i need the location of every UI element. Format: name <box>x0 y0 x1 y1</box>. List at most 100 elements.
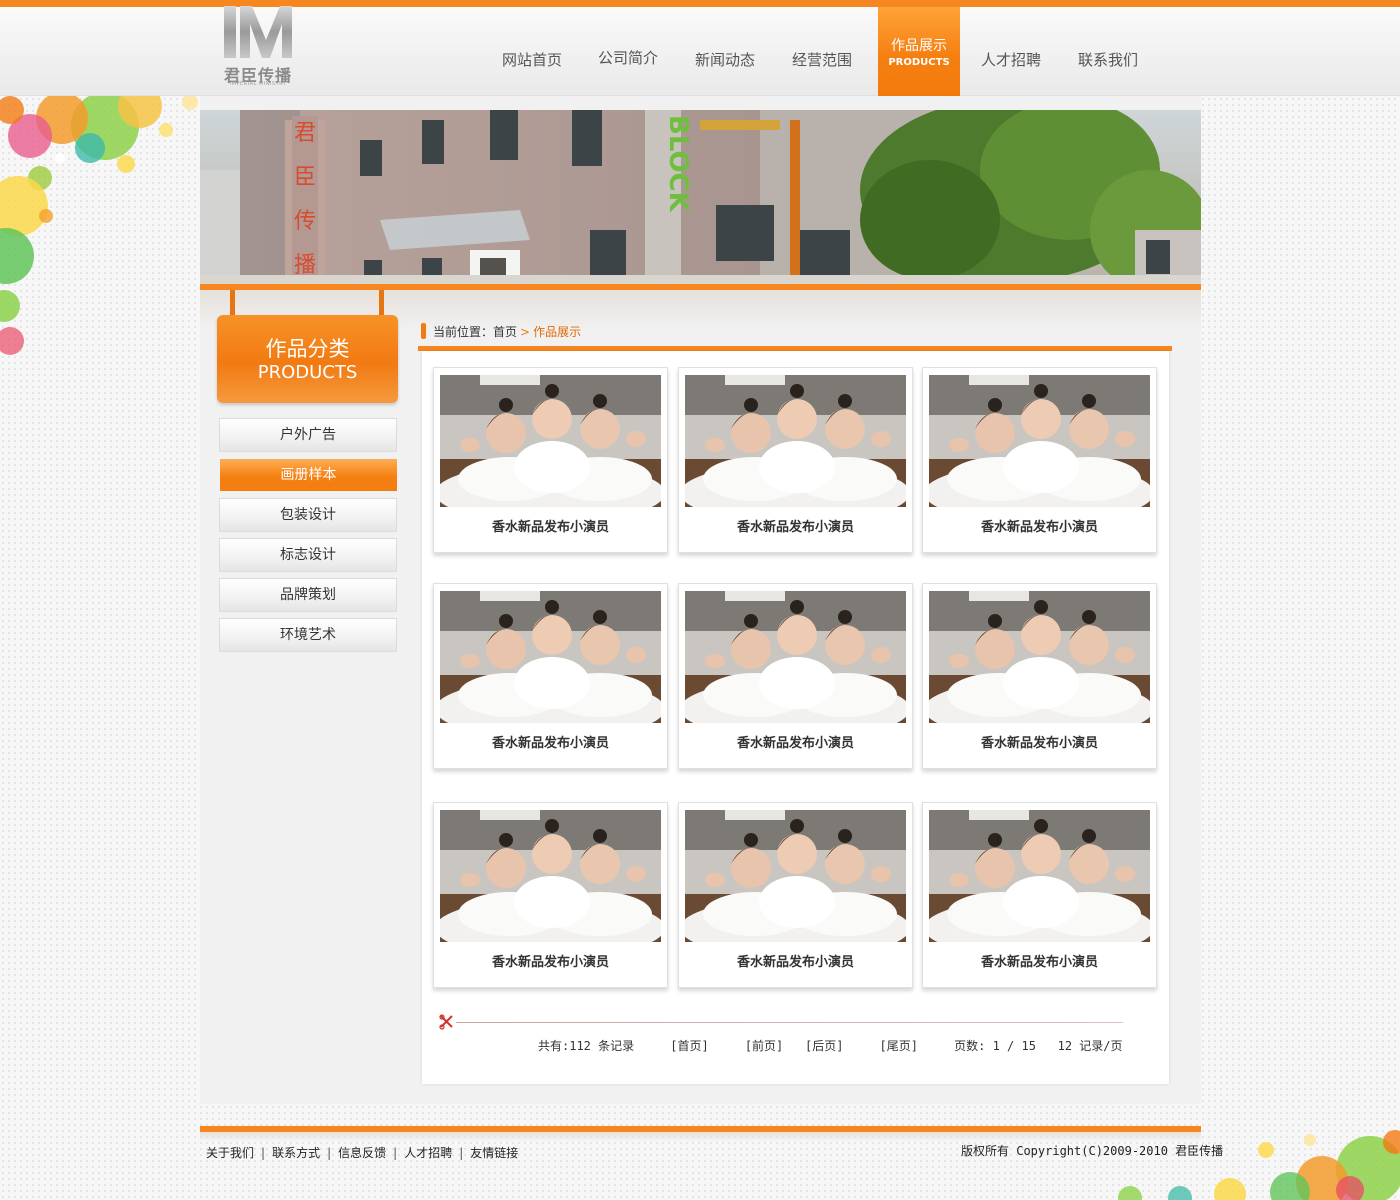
nav-label: 网站首页 <box>501 51 562 69</box>
svg-text:播: 播 <box>294 253 316 278</box>
product-caption[interactable]: 香水新品发布小演员 <box>434 516 667 535</box>
pagination: 共有:112 条记录 [首页] [前页] [后页] [尾页] 页数: 1 / 1… <box>538 1037 1123 1054</box>
bubbles-decoration-left <box>0 96 198 355</box>
product-card[interactable]: 香水新品发布小演员 <box>922 583 1157 769</box>
product-photo <box>685 375 906 507</box>
pager-divider <box>456 1022 1123 1023</box>
svg-text:君: 君 <box>294 121 316 146</box>
product-caption[interactable]: 香水新品发布小演员 <box>679 951 912 970</box>
logo-subtitle: IMPERIAL MINISTRY <box>229 81 287 87</box>
site-logo[interactable]: 君臣传播 IMPERIAL MINISTRY <box>222 4 294 87</box>
sidebar-item-outdoor-ads[interactable]: 户外广告 <box>219 418 397 452</box>
scissors-icon <box>439 1014 453 1030</box>
copyright: 版权所有 Copyright(C)2009-2010 君臣传播 <box>961 1144 1224 1158</box>
nav-news[interactable]: 新闻动态 <box>680 7 770 96</box>
nav-about[interactable]: 公司简介 <box>583 7 673 96</box>
nav-label: 新闻动态 <box>694 51 755 69</box>
product-card[interactable]: 香水新品发布小演员 <box>678 583 913 769</box>
pager-last-link[interactable]: [尾页] <box>880 1039 918 1053</box>
product-thumbnail[interactable] <box>929 810 1150 942</box>
footer-separator: | <box>261 1146 266 1160</box>
nav-label-en: PRODUCTS <box>888 57 950 68</box>
svg-text:BLOCK: BLOCK <box>663 115 693 213</box>
product-photo <box>440 375 661 507</box>
pager-page-count: 页数: 1 / 15 <box>954 1039 1036 1053</box>
sidebar-item-brand-planning[interactable]: 品牌策划 <box>219 578 397 612</box>
nav-contact[interactable]: 联系我们 <box>1063 7 1153 96</box>
top-accent-bar <box>0 0 1400 7</box>
svg-text:臣: 臣 <box>294 165 316 190</box>
sidebar-item-environment-art[interactable]: 环境艺术 <box>219 618 397 652</box>
product-thumbnail[interactable] <box>685 591 906 723</box>
product-photo <box>929 810 1150 942</box>
sidebar-item-brochure[interactable]: 画册样本 <box>220 459 397 491</box>
product-thumbnail[interactable] <box>685 375 906 507</box>
product-photo <box>929 375 1150 507</box>
product-card[interactable]: 香水新品发布小演员 <box>678 367 913 553</box>
product-caption[interactable]: 香水新品发布小演员 <box>923 732 1156 751</box>
product-thumbnail[interactable] <box>685 810 906 942</box>
nav-label: 人才招聘 <box>980 51 1041 69</box>
nav-business[interactable]: 经营范围 <box>777 7 867 96</box>
product-card[interactable]: 香水新品发布小演员 <box>922 367 1157 553</box>
product-card[interactable]: 香水新品发布小演员 <box>433 802 668 988</box>
breadcrumb: 当前位置：首页 > 作品展示 <box>433 323 581 340</box>
breadcrumb-current: 作品展示 <box>533 325 582 339</box>
nav-label: 经营范围 <box>791 51 852 69</box>
nav-jobs[interactable]: 人才招聘 <box>966 7 1056 96</box>
product-card[interactable]: 香水新品发布小演员 <box>433 583 668 769</box>
nav-label: 联系我们 <box>1077 51 1138 69</box>
product-thumbnail[interactable] <box>440 591 661 723</box>
sidebar-header: 作品分类 PRODUCTS <box>217 315 398 403</box>
sidebar-item-logo-design[interactable]: 标志设计 <box>219 538 397 572</box>
pager-total: 共有:112 条记录 <box>538 1039 635 1053</box>
nav-label: 公司简介 <box>597 49 658 67</box>
footer-links: 关于我们 | 联系方式 | 信息反馈 | 人才招聘 | 友情链接 <box>206 1144 518 1161</box>
product-caption[interactable]: 香水新品发布小演员 <box>923 951 1156 970</box>
breadcrumb-marker-icon <box>421 323 426 339</box>
sidebar-title: 作品分类 <box>265 337 350 361</box>
product-photo <box>929 591 1150 723</box>
pager-prev-link[interactable]: [前页] <box>745 1039 783 1053</box>
product-thumbnail[interactable] <box>440 375 661 507</box>
footer-separator: | <box>393 1146 398 1160</box>
product-photo <box>440 810 661 942</box>
sidebar-hanger-right <box>377 290 386 321</box>
footer-link-jobs[interactable]: 人才招聘 <box>404 1146 452 1160</box>
product-caption[interactable]: 香水新品发布小演员 <box>434 951 667 970</box>
sidebar-hanger-left <box>228 290 237 321</box>
product-photo <box>685 591 906 723</box>
breadcrumb-home-link[interactable]: 首页 <box>493 325 517 339</box>
footer-separator: | <box>459 1146 464 1160</box>
product-thumbnail[interactable] <box>440 810 661 942</box>
product-thumbnail[interactable] <box>929 375 1150 507</box>
footer-link-feedback[interactable]: 信息反馈 <box>338 1146 386 1160</box>
footer-link-contact[interactable]: 联系方式 <box>272 1146 320 1160</box>
product-card[interactable]: 香水新品发布小演员 <box>433 367 668 553</box>
nav-home[interactable]: 网站首页 <box>487 7 577 96</box>
pager-first-link[interactable]: [首页] <box>670 1039 708 1053</box>
product-thumbnail[interactable] <box>929 591 1150 723</box>
nav-label: 作品展示 <box>891 38 947 54</box>
banner: 君 臣 传 播 BLOCK <box>200 110 1201 284</box>
product-photo <box>685 810 906 942</box>
product-card[interactable]: 香水新品发布小演员 <box>922 802 1157 988</box>
svg-text:传: 传 <box>294 209 316 234</box>
footer-separator: | <box>327 1146 332 1160</box>
product-caption[interactable]: 香水新品发布小演员 <box>923 516 1156 535</box>
product-caption[interactable]: 香水新品发布小演员 <box>679 732 912 751</box>
pager-per-page: 12 记录/页 <box>1057 1039 1123 1053</box>
breadcrumb-prefix: 当前位置： <box>433 325 494 339</box>
footer-link-about[interactable]: 关于我们 <box>206 1146 254 1160</box>
sidebar-title-en: PRODUCTS <box>257 362 358 383</box>
product-card[interactable]: 香水新品发布小演员 <box>678 802 913 988</box>
sidebar-item-packaging[interactable]: 包装设计 <box>219 498 397 532</box>
footer-link-friends[interactable]: 友情链接 <box>470 1146 518 1160</box>
pager-next-link[interactable]: [后页] <box>805 1039 843 1053</box>
banner-building-photo: 君 臣 传 播 BLOCK <box>200 110 1201 284</box>
chevron-right-icon: > <box>520 325 531 339</box>
product-caption[interactable]: 香水新品发布小演员 <box>434 732 667 751</box>
product-caption[interactable]: 香水新品发布小演员 <box>679 516 912 535</box>
logo-mark-icon <box>224 6 292 58</box>
nav-products[interactable]: 作品展示 PRODUCTS <box>878 7 960 96</box>
